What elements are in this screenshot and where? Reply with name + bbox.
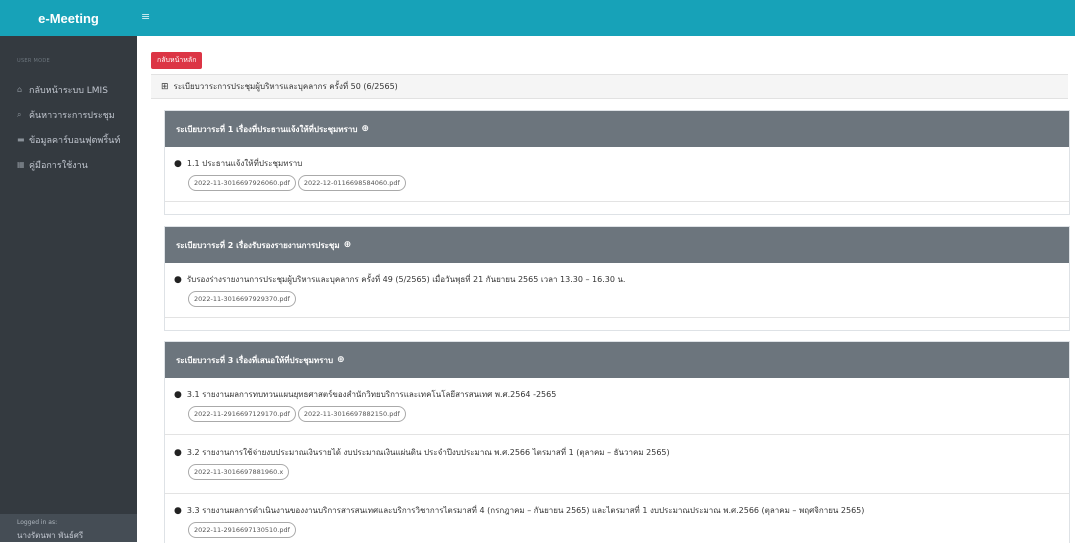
brand-logo[interactable]: e-Meeting	[0, 0, 137, 36]
sidebar: e-Meeting USER MODE ⌂ กลับหน้าระบบ LMIS …	[0, 0, 137, 542]
file-link[interactable]: 2022-11-3016697929370.pdf	[188, 291, 296, 307]
agenda-item-title: 3.2 รายงานการใช้จ่ายงบประมาณเงินรายได้ ง…	[186, 448, 670, 457]
agenda-section-3: ระเบียบวาระที่ 3 เรื่องที่เสนอให้ที่ประช…	[164, 341, 1070, 543]
file-link[interactable]: 2022-11-2916697130510.pdf	[188, 522, 296, 538]
divider	[165, 317, 1069, 318]
file-link[interactable]: 2022-11-3016697881960.x	[188, 464, 290, 480]
search-icon: ⌕	[17, 109, 22, 119]
sidebar-item-manual[interactable]: ▦ คู่มือการใช้งาน	[0, 152, 137, 177]
agenda-section-2: ระเบียบวาระที่ 2 เรื่องรับรองรายงานการปร…	[164, 226, 1070, 331]
sidebar-item-label: ข้อมูลคาร์บอนฟุตพริ้นท์	[29, 135, 121, 146]
table-icon: ⊞	[161, 81, 169, 92]
plus-circle-icon[interactable]: ⊕	[344, 240, 352, 250]
sidebar-nav: ⌂ กลับหน้าระบบ LMIS ⌕ ค้นหาวาระการประชุม…	[0, 77, 137, 177]
plus-circle-icon[interactable]: ⊕	[361, 124, 369, 134]
file-link[interactable]: 2022-11-2916697129170.pdf	[188, 406, 296, 422]
meeting-title: ระเบียบวาระการประชุมผู้บริหารและบุคลากร …	[173, 82, 398, 91]
divider	[165, 434, 1069, 435]
chevron-circle-icon[interactable]: ●	[174, 275, 182, 285]
agenda-item: ● 3.2 รายงานการใช้จ่ายงบประมาณเงินรายได้…	[174, 446, 670, 480]
agenda-item-title: 1.1 ประธานแจ้งให้ที่ประชุมทราบ	[186, 159, 303, 168]
user-mode-label: USER MODE	[17, 58, 51, 64]
top-navbar: ≡	[137, 0, 1075, 36]
user-name: นางรัตนพา พันธ์ศรี	[17, 531, 84, 540]
agenda-item-title: 3.1 รายงานผลการทบทวนแผนยุทธศาสตร์ของสำนั…	[186, 390, 557, 399]
section-title: ระเบียบวาระที่ 3 เรื่องที่เสนอให้ที่ประช…	[176, 355, 334, 365]
table-icon: ▦	[17, 160, 25, 169]
logged-in-label: Logged in as:	[17, 519, 58, 526]
sidebar-item-label: ค้นหาวาระการประชุม	[29, 110, 115, 121]
chart-icon: ▬	[17, 135, 25, 144]
agenda-item: ● 1.1 ประธานแจ้งให้ที่ประชุมทราบ 2022-11…	[174, 157, 406, 191]
section-title: ระเบียบวาระที่ 2 เรื่องรับรองรายงานการปร…	[176, 240, 340, 250]
chevron-circle-icon[interactable]: ●	[174, 159, 182, 169]
file-link[interactable]: 2022-11-3016697926060.pdf	[188, 175, 296, 191]
sidebar-item-search-agenda[interactable]: ⌕ ค้นหาวาระการประชุม	[0, 102, 137, 127]
agenda-item: ● 3.1 รายงานผลการทบทวนแผนยุทธศาสตร์ของสำ…	[174, 388, 556, 422]
sidebar-item-lmis[interactable]: ⌂ กลับหน้าระบบ LMIS	[0, 77, 137, 102]
sidebar-item-label: กลับหน้าระบบ LMIS	[29, 85, 108, 96]
chevron-circle-icon[interactable]: ●	[174, 390, 182, 400]
main-content: กลับหน้าหลัก ⊞ ระเบียบวาระการประชุมผู้บร…	[151, 47, 1068, 99]
plus-circle-icon[interactable]: ⊕	[337, 355, 345, 365]
back-home-button[interactable]: กลับหน้าหลัก	[151, 52, 203, 69]
chevron-circle-icon[interactable]: ●	[174, 448, 182, 458]
home-icon: ⌂	[17, 85, 23, 94]
sidebar-item-label: คู่มือการใช้งาน	[29, 160, 88, 171]
agenda-item-title: 3.3 รายงานผลการดำเนินงานของงานบริการสารส…	[186, 506, 865, 515]
agenda-item-title: รับรองร่างรายงานการประชุมผู้บริหารและบุค…	[186, 275, 626, 284]
agenda-item: ● 3.3 รายงานผลการดำเนินงานของงานบริการสา…	[174, 504, 864, 538]
section-title: ระเบียบวาระที่ 1 เรื่องที่ประธานแจ้งให้ท…	[176, 124, 358, 134]
section-header[interactable]: ระเบียบวาระที่ 3 เรื่องที่เสนอให้ที่ประช…	[165, 342, 1069, 378]
file-link[interactable]: 2022-12-0116698584060.pdf	[297, 175, 406, 191]
agenda-section-1: ระเบียบวาระที่ 1 เรื่องที่ประธานแจ้งให้ท…	[164, 110, 1070, 215]
section-header[interactable]: ระเบียบวาระที่ 1 เรื่องที่ประธานแจ้งให้ท…	[165, 111, 1069, 147]
agenda-item: ● รับรองร่างรายงานการประชุมผู้บริหารและบ…	[174, 273, 625, 307]
sidebar-footer: Logged in as: นางรัตนพา พันธ์ศรี	[0, 514, 137, 542]
divider	[165, 201, 1069, 202]
meeting-title-bar: ⊞ ระเบียบวาระการประชุมผู้บริหารและบุคลาก…	[151, 74, 1068, 99]
file-link[interactable]: 2022-11-3016697882150.pdf	[297, 406, 406, 422]
divider	[165, 493, 1069, 494]
menu-toggle-icon[interactable]: ≡	[141, 10, 150, 23]
sidebar-item-carbon-footprint[interactable]: ▬ ข้อมูลคาร์บอนฟุตพริ้นท์	[0, 127, 137, 152]
chevron-circle-icon[interactable]: ●	[174, 506, 182, 516]
section-header[interactable]: ระเบียบวาระที่ 2 เรื่องรับรองรายงานการปร…	[165, 227, 1069, 263]
